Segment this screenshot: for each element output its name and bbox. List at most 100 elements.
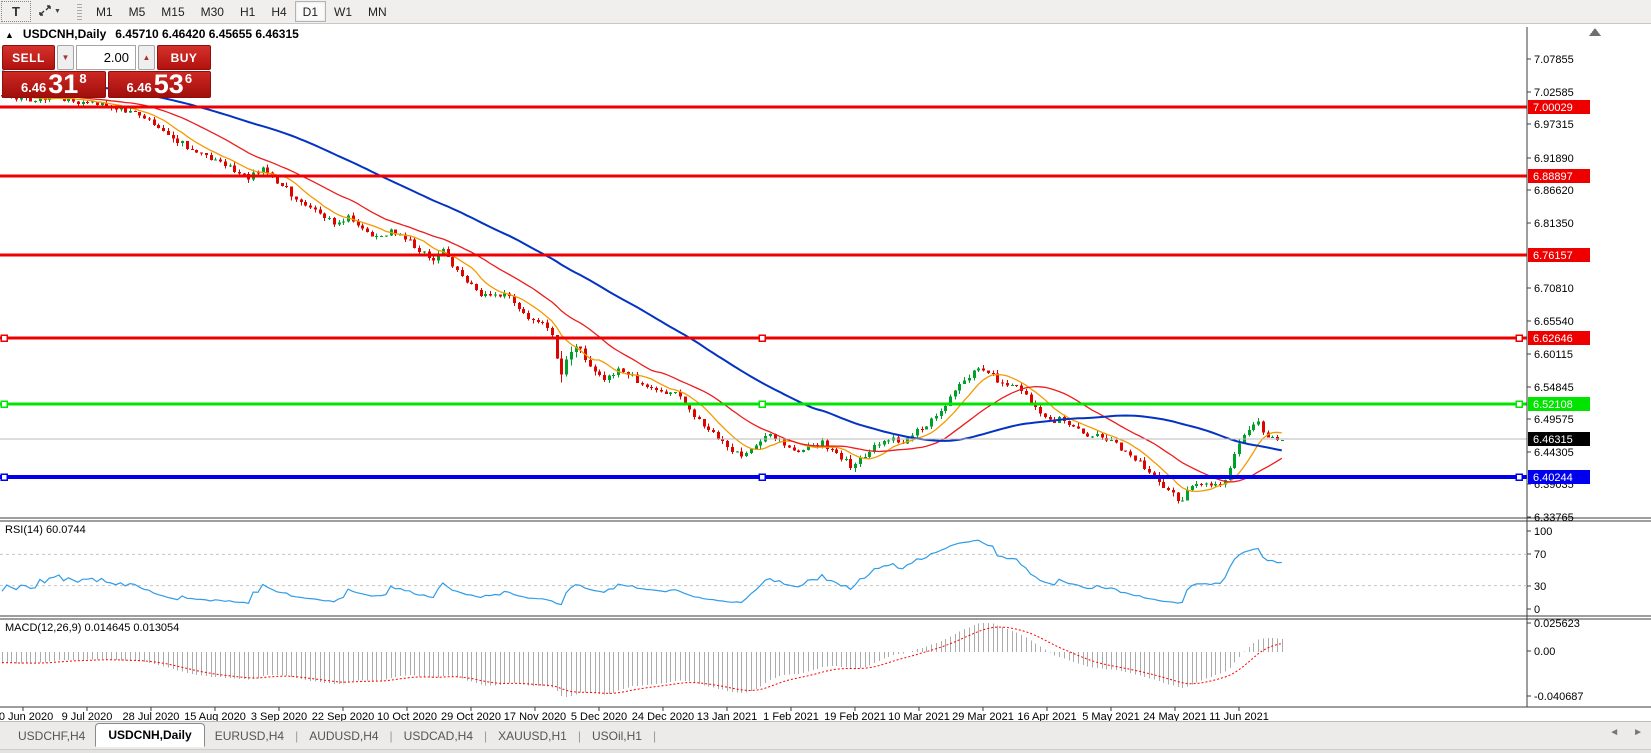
volume-decrease-button[interactable]: ▼ [57, 45, 74, 70]
ma-fast-line [2, 91, 1282, 491]
collapse-triangle-icon[interactable]: ▲ [5, 30, 14, 40]
buy-price-sup: 6 [185, 72, 192, 85]
chart-symbol-label: USDCNH,Daily [23, 27, 106, 41]
sell-price-button[interactable]: 6.46 31 8 [2, 71, 106, 98]
line-handle [1516, 335, 1522, 341]
timeframe-button-m1[interactable]: M1 [88, 1, 121, 22]
tab-separator: | [295, 729, 298, 743]
scroll-left-icon[interactable]: ◄ [1609, 727, 1619, 738]
volume-input[interactable] [76, 45, 136, 70]
svg-text:7.00029: 7.00029 [1533, 102, 1573, 114]
sell-button[interactable]: SELL [2, 45, 55, 70]
timeframe-button-h4[interactable]: H4 [263, 1, 294, 22]
svg-text:100: 100 [1534, 526, 1552, 538]
scroll-up-triangle-icon [1589, 28, 1601, 36]
line-handle [1, 401, 7, 407]
svg-text:6.54845: 6.54845 [1534, 382, 1574, 394]
tab-xauusd-h1[interactable]: XAUUSD,H1 [488, 726, 577, 746]
tab-usdchf-h4[interactable]: USDCHF,H4 [8, 726, 95, 746]
sell-price-sup: 8 [79, 72, 86, 85]
text-tool-icon: T [12, 4, 20, 19]
tab-separator: | [578, 729, 581, 743]
text-tool-button[interactable]: T [1, 1, 31, 22]
moving-averages-layer [2, 71, 1282, 491]
timeframe-button-h1[interactable]: H1 [232, 1, 263, 22]
tab-audusd-h4[interactable]: AUDUSD,H4 [299, 726, 388, 746]
svg-text:7.07855: 7.07855 [1534, 54, 1574, 66]
price-scale[interactable]: 7.07855 7.02585 6.97315 6.91890 6.86620 6.813… [1527, 54, 1590, 524]
timeframe-group: M1M5M15M30H1H4D1W1MN [88, 1, 395, 22]
one-click-trading-panel: SELL ▼ ▲ BUY 6.46 31 8 6.46 53 6 [2, 45, 211, 98]
macd-panel: 0.025623 0.00 -0.040687 [2, 618, 1584, 703]
chart-ohlc-values: 6.45710 6.46420 6.45655 6.46315 [115, 27, 299, 41]
buy-button[interactable]: BUY [157, 45, 211, 70]
svg-text:6.70810: 6.70810 [1534, 283, 1574, 295]
svg-text:6.44305: 6.44305 [1534, 447, 1574, 459]
macd-signal-line [2, 627, 1282, 693]
tab-scroll-arrows: ◄ ► [1609, 727, 1643, 738]
svg-text:6.46315: 6.46315 [1533, 434, 1573, 446]
tab-separator: | [484, 729, 487, 743]
line-handle [1516, 401, 1522, 407]
timeframe-button-mn[interactable]: MN [360, 1, 395, 22]
candles-layer [1, 92, 1284, 503]
scroll-right-icon[interactable]: ► [1633, 727, 1643, 738]
timeframe-button-m30[interactable]: M30 [193, 1, 232, 22]
svg-text:-0.040687: -0.040687 [1534, 691, 1584, 703]
svg-text:7.02585: 7.02585 [1534, 87, 1574, 99]
panel-frame [0, 27, 1651, 707]
svg-text:0.00: 0.00 [1534, 646, 1555, 658]
sell-price-big: 31 [48, 73, 78, 96]
buy-price-small: 6.46 [126, 81, 151, 96]
svg-text:6.86620: 6.86620 [1534, 185, 1574, 197]
svg-text:6.52108: 6.52108 [1533, 399, 1573, 411]
svg-text:30: 30 [1534, 581, 1546, 593]
diagonal-arrows-icon [38, 4, 52, 20]
svg-text:6.76157: 6.76157 [1533, 250, 1573, 262]
rsi-line [2, 540, 1282, 604]
buy-price-big: 53 [154, 73, 184, 96]
chart-tab-bar: USDCHF,H4USDCNH,DailyEURUSD,H4|AUDUSD,H4… [0, 721, 1651, 749]
timeframe-button-d1[interactable]: D1 [295, 1, 326, 22]
svg-text:0: 0 [1534, 604, 1540, 616]
rsi-panel: 100 70 30 0 [0, 526, 1552, 616]
svg-text:6.33765: 6.33765 [1534, 512, 1574, 524]
rsi-label: RSI(14) 60.0744 [5, 524, 86, 536]
toolbar-grip[interactable] [77, 4, 82, 20]
status-strip [0, 749, 1651, 753]
trading-platform-window: 7.07855 7.02585 6.97315 6.91890 6.86620 6.813… [0, 0, 1651, 753]
timeframe-button-m15[interactable]: M15 [153, 1, 192, 22]
ma-slow-line [2, 71, 1282, 450]
line-handle [759, 401, 765, 407]
svg-text:6.91890: 6.91890 [1534, 153, 1574, 165]
svg-text:0.025623: 0.025623 [1534, 618, 1580, 630]
svg-text:6.40244: 6.40244 [1533, 472, 1573, 484]
svg-text:6.49575: 6.49575 [1534, 414, 1574, 426]
volume-increase-button[interactable]: ▲ [138, 45, 155, 70]
tab-separator: | [390, 729, 393, 743]
tab-separator: | [653, 729, 656, 743]
svg-text:6.97315: 6.97315 [1534, 119, 1574, 131]
tab-usoil-h1[interactable]: USOil,H1 [582, 726, 652, 746]
svg-text:6.65540: 6.65540 [1534, 316, 1574, 328]
svg-text:6.60115: 6.60115 [1534, 349, 1573, 361]
top-toolbar: T ▼ M1M5M15M30H1H4D1W1MN [0, 0, 1651, 24]
sell-price-small: 6.46 [21, 81, 46, 96]
timeframe-button-w1[interactable]: W1 [326, 1, 360, 22]
buy-price-button[interactable]: 6.46 53 6 [108, 71, 212, 98]
timeframe-button-m5[interactable]: M5 [121, 1, 154, 22]
svg-text:6.81350: 6.81350 [1534, 218, 1574, 230]
svg-text:70: 70 [1534, 549, 1546, 561]
macd-label: MACD(12,26,9) 0.014645 0.013054 [5, 622, 179, 634]
svg-text:6.62646: 6.62646 [1533, 333, 1573, 345]
ma-medium-line [2, 85, 1282, 482]
line-handle [1, 335, 7, 341]
chevron-down-icon: ▼ [54, 8, 61, 15]
cursor-tool-button[interactable]: ▼ [33, 1, 66, 22]
svg-text:6.88897: 6.88897 [1533, 171, 1573, 183]
chart-canvas[interactable]: 7.07855 7.02585 6.97315 6.91890 6.86620 6.813… [0, 0, 1651, 753]
tab-usdcnh-daily[interactable]: USDCNH,Daily [95, 723, 204, 747]
horizontal-lines-layer[interactable] [0, 107, 1527, 480]
tab-usdcad-h4[interactable]: USDCAD,H4 [394, 726, 483, 746]
tab-eurusd-h4[interactable]: EURUSD,H4 [205, 726, 294, 746]
